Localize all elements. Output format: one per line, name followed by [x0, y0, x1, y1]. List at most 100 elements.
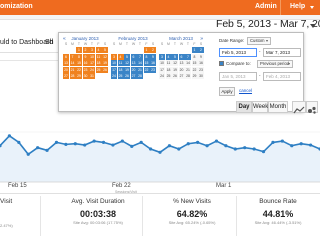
admin-link[interactable]: Admin: [255, 3, 277, 10]
calendar-day[interactable]: 25: [117, 73, 124, 79]
calendar-day[interactable]: 4: [95, 47, 102, 53]
data-point[interactable]: [196, 140, 200, 144]
data-point[interactable]: [186, 142, 190, 146]
calendar-day[interactable]: 8: [143, 53, 150, 60]
data-point[interactable]: [308, 143, 313, 147]
calendar-day[interactable]: 31: [89, 73, 95, 79]
calendar-day[interactable]: 11: [165, 60, 172, 66]
data-point[interactable]: [271, 140, 275, 144]
calendar-day[interactable]: 28: [137, 73, 143, 79]
data-point[interactable]: [64, 142, 68, 146]
calendar-day[interactable]: 19: [172, 66, 178, 73]
data-point[interactable]: [233, 147, 237, 151]
calendar-day[interactable]: 13: [63, 60, 69, 66]
start-date-field[interactable]: Feb 5, 2013: [219, 48, 257, 57]
calendar-day[interactable]: 1: [76, 47, 82, 53]
calendar-day[interactable]: 7: [137, 53, 143, 60]
calendar-day[interactable]: 9: [150, 53, 156, 60]
calendar-day[interactable]: 5: [172, 53, 178, 60]
calendar-day[interactable]: 16: [150, 60, 156, 66]
calendar-day[interactable]: 17: [111, 66, 117, 73]
calendar-day[interactable]: 15: [191, 60, 198, 66]
data-point[interactable]: [45, 148, 49, 152]
calendar-day[interactable]: 6: [178, 53, 185, 60]
data-point[interactable]: [167, 144, 172, 148]
share-button[interactable]: Sh: [45, 39, 54, 46]
calendar-day[interactable]: 12: [172, 60, 178, 66]
prev-month-icon[interactable]: «: [63, 36, 66, 42]
data-point[interactable]: [7, 134, 12, 138]
date-range-chevron-icon[interactable]: [310, 24, 316, 28]
calendar-day[interactable]: 24: [111, 73, 117, 79]
calendar-day[interactable]: 24: [159, 73, 165, 79]
calendar-day[interactable]: 4: [165, 53, 172, 60]
calendar-day[interactable]: 26: [124, 73, 130, 79]
calendar-day[interactable]: 14: [69, 60, 76, 66]
calendar-day[interactable]: 29: [191, 73, 198, 79]
data-point[interactable]: [36, 146, 40, 150]
calendar-day[interactable]: 9: [82, 53, 89, 60]
calendar-day[interactable]: 27: [63, 73, 69, 79]
calendar-day[interactable]: 2: [198, 47, 204, 53]
data-point[interactable]: [111, 143, 115, 147]
calendar-day[interactable]: 6: [130, 53, 137, 60]
calendar-day[interactable]: 11: [95, 53, 102, 60]
calendar-day[interactable]: 10: [111, 60, 117, 66]
calendar-day[interactable]: 14: [137, 60, 143, 66]
calendar-day[interactable]: 3: [159, 53, 165, 60]
data-point[interactable]: [205, 144, 209, 148]
data-point[interactable]: [290, 144, 294, 148]
calendar-day[interactable]: 25: [165, 73, 172, 79]
data-point[interactable]: [252, 147, 256, 151]
calendar-day[interactable]: 27: [178, 73, 185, 79]
calendar-day[interactable]: 18: [117, 66, 124, 73]
calendar-day[interactable]: 12: [102, 53, 108, 60]
data-point[interactable]: [280, 139, 284, 143]
calendar-day[interactable]: 19: [124, 66, 130, 73]
compare-end-date-field[interactable]: Feb 4, 2013: [263, 72, 301, 81]
compare-checkbox[interactable]: [219, 61, 224, 66]
calendar-day[interactable]: 14: [185, 60, 191, 66]
calendar-day[interactable]: 24: [89, 66, 95, 73]
calendar-day[interactable]: 3: [111, 53, 117, 60]
calendar-day[interactable]: 10: [159, 60, 165, 66]
calendar-day[interactable]: 22: [76, 66, 82, 73]
calendar-day[interactable]: 7: [69, 53, 76, 60]
calendar-day[interactable]: 21: [185, 66, 191, 73]
data-point[interactable]: [83, 143, 87, 147]
calendar-day[interactable]: 20: [130, 66, 137, 73]
calendar-day[interactable]: 21: [137, 66, 143, 73]
calendar-day[interactable]: 22: [143, 66, 150, 73]
data-point[interactable]: [177, 147, 181, 151]
calendar-day[interactable]: 30: [198, 73, 204, 79]
calendar-day[interactable]: 13: [130, 60, 137, 66]
calendar-day[interactable]: 5: [102, 47, 108, 53]
calendar-day[interactable]: 21: [69, 66, 76, 73]
calendar-day[interactable]: 23: [150, 66, 156, 73]
data-point[interactable]: [120, 139, 124, 143]
calendar-day[interactable]: 6: [63, 53, 69, 60]
calendar-day[interactable]: 20: [178, 66, 185, 73]
compare-period-select[interactable]: Previous period: [257, 60, 293, 68]
data-point[interactable]: [26, 152, 30, 156]
calendar-day[interactable]: 4: [117, 53, 124, 60]
calendar-day[interactable]: 17: [159, 66, 165, 73]
calendar-day[interactable]: 25: [95, 66, 102, 73]
calendar-day[interactable]: 1: [143, 47, 150, 53]
calendar-day[interactable]: 13: [178, 60, 185, 66]
calendar-day[interactable]: 2: [82, 47, 89, 53]
apply-button[interactable]: Apply: [219, 87, 235, 96]
calendar-day[interactable]: 1: [191, 47, 198, 53]
calendar-day[interactable]: 29: [76, 73, 82, 79]
calendar-day[interactable]: 8: [76, 53, 82, 60]
calendar-day[interactable]: 28: [69, 73, 76, 79]
calendar-day[interactable]: 2: [150, 47, 156, 53]
data-point[interactable]: [158, 150, 162, 154]
help-link[interactable]: Help: [290, 3, 305, 10]
calendar-day[interactable]: 18: [165, 66, 172, 73]
nav-customization-link[interactable]: omization: [0, 3, 33, 10]
data-point[interactable]: [224, 144, 228, 148]
calendar-day[interactable]: 26: [172, 73, 178, 79]
calendar-day[interactable]: 15: [143, 60, 150, 66]
calendar-day[interactable]: 16: [82, 60, 89, 66]
